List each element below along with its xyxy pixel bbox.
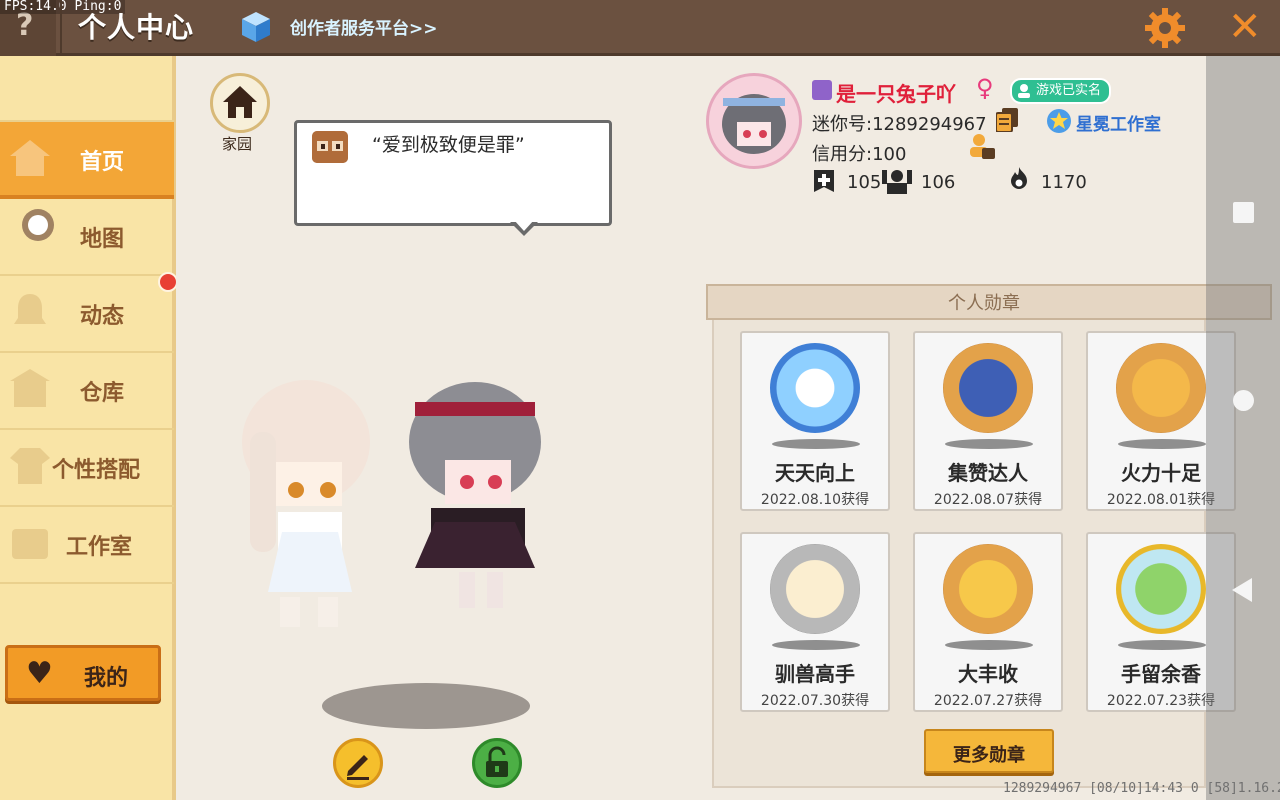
home-label: 家园 xyxy=(222,135,253,153)
medal-shadow xyxy=(1118,439,1206,449)
realname-badge: 游戏已实名 xyxy=(1010,78,1112,104)
mine-label: 我的 xyxy=(84,666,129,691)
flame-icon xyxy=(1011,167,1027,189)
sidebar-item-studio[interactable]: 工作室 xyxy=(0,507,174,584)
badge-medal-icon xyxy=(943,343,1033,433)
close-icon[interactable]: ✕ xyxy=(1228,4,1262,50)
badge-card[interactable]: 驯兽高手 2022.07.30获得 xyxy=(740,532,890,712)
badge-card[interactable]: 集赞达人 2022.08.07获得 xyxy=(913,331,1063,511)
badge-medal-icon xyxy=(1116,544,1206,634)
badge-date: 2022.07.27获得 xyxy=(933,693,1043,709)
outfit-icon xyxy=(10,448,50,484)
unlock-button[interactable] xyxy=(472,738,522,788)
more-badges-label: 更多勋章 xyxy=(953,745,1025,766)
edit-button[interactable] xyxy=(333,738,383,788)
studio-link[interactable]: 星冕工作室 xyxy=(1076,110,1161,135)
system-nav-bar xyxy=(1206,56,1280,800)
heart-icon: ♥ xyxy=(26,656,53,691)
sidebar-item-label: 首页 xyxy=(80,150,125,175)
badge-date: 2022.08.10获得 xyxy=(760,492,870,508)
notification-dot xyxy=(158,272,178,292)
avatar-portrait xyxy=(722,94,786,154)
medal-shadow xyxy=(1118,640,1206,650)
sidebar-item-home[interactable]: 首页 xyxy=(0,122,174,199)
sidebar-item-label: 地图 xyxy=(80,227,125,252)
realname-text: 游戏已实名 xyxy=(1036,83,1102,98)
home-button[interactable] xyxy=(210,73,270,133)
unlock-icon xyxy=(486,746,508,777)
warehouse-icon xyxy=(10,369,50,407)
medal-shadow xyxy=(772,439,860,449)
medal-shadow xyxy=(945,439,1033,449)
person-check-icon xyxy=(1018,84,1030,98)
pencil-icon xyxy=(347,755,369,780)
person-card-icon[interactable] xyxy=(968,132,996,162)
badge-card[interactable]: 大丰收 2022.07.27获得 xyxy=(913,532,1063,712)
creator-platform-link[interactable]: 创作者服务平台>> xyxy=(290,14,438,39)
badge-medal-icon xyxy=(770,343,860,433)
female-icon: ♀ xyxy=(976,74,994,102)
cube-icon[interactable] xyxy=(240,10,272,44)
studio-tab-icon xyxy=(12,529,48,559)
badge-date: 2022.07.30获得 xyxy=(760,693,870,709)
bubble-tail-fill xyxy=(514,220,534,231)
fans-icon xyxy=(882,170,912,194)
signature-text: “爱到极致便是罪” xyxy=(372,134,525,156)
badge-medal-icon xyxy=(1116,343,1206,433)
badge-date: 2022.08.07获得 xyxy=(933,492,1043,508)
bell-icon xyxy=(14,294,46,324)
sidebar-item-label: 动态 xyxy=(80,304,125,329)
badge-name: 大丰收 xyxy=(958,662,1018,686)
sidebar-item-label: 个性搭配 xyxy=(52,458,141,483)
badge-medal-icon xyxy=(943,544,1033,634)
credit-score: 信用分:100 xyxy=(812,144,907,165)
vip-badge-icon xyxy=(812,80,832,100)
sidebar-item-warehouse[interactable]: 仓库 xyxy=(0,353,174,430)
character-dark-outfit xyxy=(409,382,541,608)
badge-medal-icon xyxy=(770,544,860,634)
gear-icon[interactable] xyxy=(1143,6,1187,50)
avatar[interactable] xyxy=(706,73,802,169)
title-divider xyxy=(60,0,62,56)
back-nav-icon[interactable] xyxy=(1232,578,1252,602)
nickname: 是一只兔子吖 xyxy=(836,82,956,106)
more-badges-button[interactable]: 更多勋章 xyxy=(924,729,1054,773)
home-nav-icon[interactable] xyxy=(1233,390,1254,411)
sidebar-item-map[interactable]: 地图 xyxy=(0,199,174,276)
home-tab-icon xyxy=(10,140,50,176)
sidebar-item-dressup[interactable]: 个性搭配 xyxy=(0,430,174,507)
sidebar-spacer xyxy=(0,56,174,122)
badge-card[interactable]: 天天向上 2022.08.10获得 xyxy=(740,331,890,511)
badge-name: 驯兽高手 xyxy=(775,662,855,686)
mine-button[interactable]: ♥ 我的 xyxy=(5,645,161,701)
medal-shadow xyxy=(945,640,1033,650)
character-white-outfit xyxy=(242,380,370,627)
user-id: 迷你号:1289294967 xyxy=(812,114,987,135)
friend-count: 105 xyxy=(847,172,882,193)
blockhead-icon xyxy=(312,131,348,163)
recent-apps-icon[interactable] xyxy=(1233,202,1254,223)
house-icon xyxy=(223,86,257,118)
medal-shadow xyxy=(772,640,860,650)
character-shadow xyxy=(322,683,530,729)
footer-debug-text: 1289294967 [08/10]14:43 0 [58]1.16.2 xyxy=(1003,781,1280,796)
sidebar-item-label: 仓库 xyxy=(80,381,125,406)
map-icon xyxy=(22,209,54,241)
badge-name: 天天向上 xyxy=(775,461,855,485)
add-friend-icon xyxy=(814,170,834,192)
studio-star-icon xyxy=(1047,109,1071,133)
sidebar-item-label: 工作室 xyxy=(66,535,133,560)
copy-icon[interactable] xyxy=(996,108,1018,132)
sidebar-item-feed[interactable]: 动态 xyxy=(0,276,174,353)
fans-count: 106 xyxy=(921,172,956,193)
badge-name: 集赞达人 xyxy=(948,461,1028,485)
popularity-count: 1170 xyxy=(1041,172,1087,193)
badge-header-title: 个人勋章 xyxy=(948,293,1020,314)
page-title: 个人中心 xyxy=(78,11,195,44)
